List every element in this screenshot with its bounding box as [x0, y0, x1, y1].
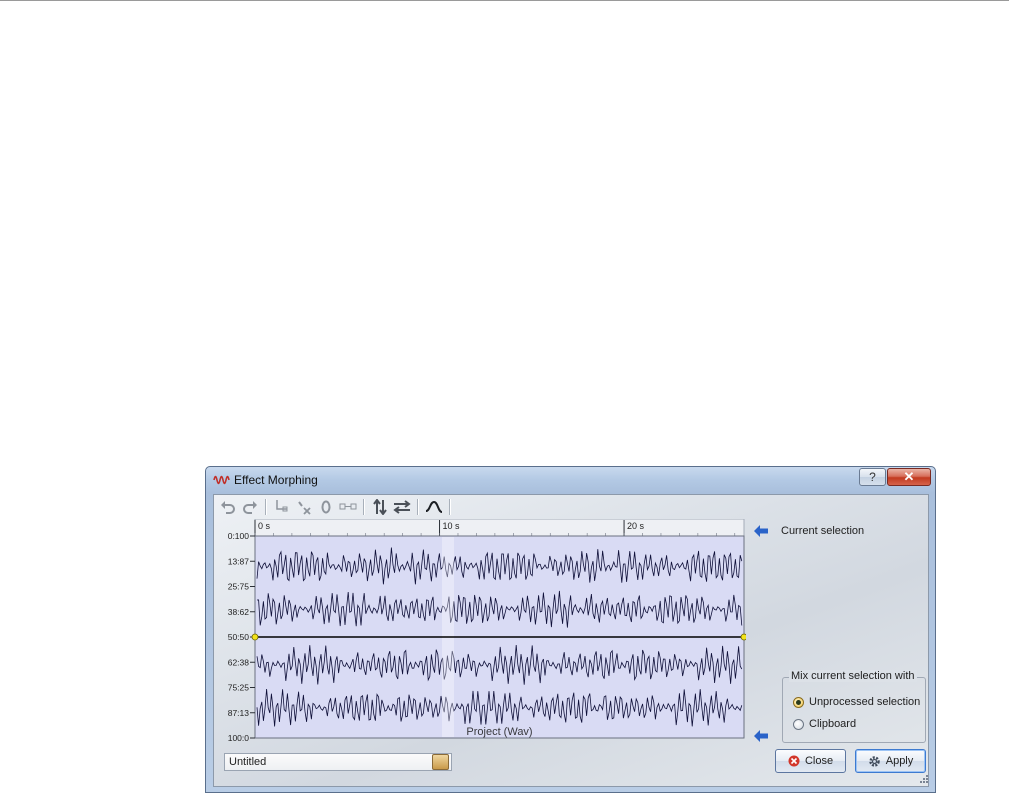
- apply-button-label: Apply: [885, 755, 914, 767]
- close-button[interactable]: Close: [775, 749, 846, 773]
- reset-zero-icon[interactable]: [315, 498, 337, 516]
- clipboard-radio[interactable]: Clipboard: [793, 718, 856, 730]
- curve-mode-icon[interactable]: [423, 498, 445, 516]
- title-bar[interactable]: Effect Morphing ? ✕: [206, 467, 935, 493]
- top-rule: [0, 0, 1009, 1]
- waveform-app-icon: [213, 475, 230, 485]
- close-circle-icon: [788, 755, 800, 767]
- x-tick-label: 10 s: [443, 521, 461, 531]
- delete-point-icon[interactable]: [293, 498, 315, 516]
- mix-selection-group: Mix current selection with Unprocessed s…: [782, 670, 926, 743]
- flip-horizontal-icon[interactable]: [391, 498, 413, 516]
- window-title: Effect Morphing: [234, 473, 318, 487]
- help-button[interactable]: ?: [859, 468, 886, 486]
- dialog-client-area: 0 s 10 s 20 s 0:100 13:87 25:75 38:62 50:50 62:3…: [213, 494, 929, 787]
- mix-group-legend: Mix current selection with: [789, 670, 917, 682]
- y-tick-label: 25:75: [228, 582, 250, 592]
- preset-name-field[interactable]: Untitled: [224, 753, 452, 771]
- toolbar-separator: [449, 499, 451, 515]
- apply-button[interactable]: Apply: [855, 749, 926, 773]
- window-close-button[interactable]: ✕: [887, 468, 931, 486]
- toolbar-separator: [363, 499, 365, 515]
- y-tick-label: 0:100: [228, 531, 250, 541]
- y-tick-label: 50:50: [228, 632, 250, 642]
- undo-icon[interactable]: [217, 498, 239, 516]
- y-tick-label: 13:87: [228, 556, 250, 566]
- flip-vertical-icon[interactable]: [369, 498, 391, 516]
- curve-point-handle: [251, 633, 259, 641]
- y-tick-label: 75:25: [228, 683, 250, 693]
- background-source-label: Project (Wav): [466, 726, 532, 738]
- preset-folder-icon[interactable]: [432, 754, 449, 770]
- radio-checked-icon[interactable]: [793, 696, 804, 708]
- radio-unchecked-icon[interactable]: [793, 718, 804, 730]
- close-button-label: Close: [804, 755, 834, 767]
- effect-morphing-dialog: Effect Morphing ? ✕ 0 s 10 s 20 s 0:100 …: [205, 466, 936, 793]
- radio-label: Unprocessed selection: [809, 696, 921, 708]
- resize-grip-icon[interactable]: [917, 774, 929, 786]
- current-selection-label: Current selection: [781, 525, 865, 537]
- add-point-icon[interactable]: [271, 498, 293, 516]
- y-tick-label: 100:0: [228, 733, 250, 741]
- morph-curve-chart[interactable]: 0 s 10 s 20 s 0:100 13:87 25:75 38:62 50:50 62:3…: [216, 519, 746, 741]
- mix-target-arrow-icon: [754, 730, 768, 742]
- toolbar: [217, 497, 455, 517]
- link-points-icon[interactable]: [337, 498, 359, 516]
- x-tick-label: 0 s: [258, 521, 271, 531]
- unprocessed-selection-radio[interactable]: Unprocessed selection: [793, 696, 920, 708]
- x-tick-label: 20 s: [627, 521, 645, 531]
- time-ruler: [254, 519, 745, 537]
- y-tick-label: 38:62: [228, 607, 250, 617]
- radio-label: Clipboard: [809, 718, 857, 730]
- y-tick-label: 87:13: [228, 708, 250, 718]
- curve-point-handle: [740, 633, 746, 641]
- toolbar-separator: [417, 499, 419, 515]
- gear-icon: [869, 755, 880, 767]
- toolbar-separator: [265, 499, 267, 515]
- redo-icon[interactable]: [239, 498, 261, 516]
- y-tick-label: 62:38: [228, 657, 250, 667]
- current-selection-arrow-icon: [754, 525, 768, 537]
